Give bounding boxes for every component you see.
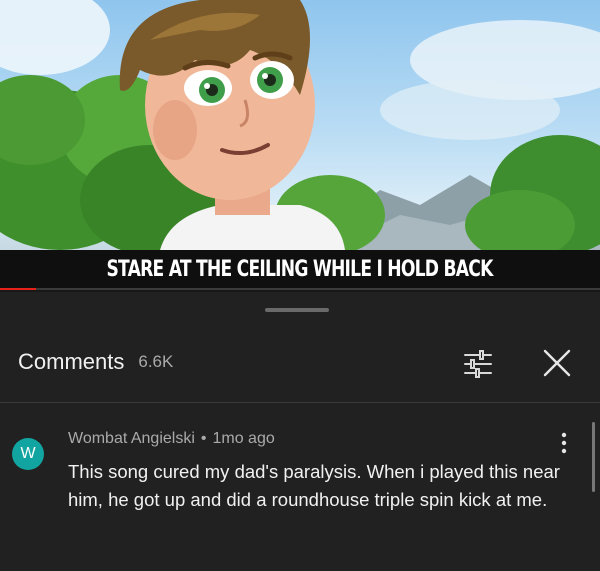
video-progress-fill [0, 288, 36, 290]
sort-filter-button[interactable] [462, 348, 494, 380]
meta-separator: • [200, 430, 207, 447]
close-comments-button[interactable] [540, 346, 574, 380]
comments-scrollbar[interactable] [592, 422, 595, 492]
video-caption: STARE AT THE CEILING WHILE I HOLD BACK [106, 256, 494, 282]
app-screen: STARE AT THE CEILING WHILE I HOLD BACK C… [0, 0, 600, 571]
video-frame-illustration [0, 0, 600, 260]
video-progress-bar[interactable] [0, 288, 600, 290]
more-vertical-icon [561, 432, 567, 454]
comment-author[interactable]: Wombat Angielski [68, 430, 195, 447]
comments-sheet: Comments 6.6K W Wombat Angielski • 1mo a… [0, 292, 600, 571]
comment-text: This song cured my dad's paralysis. When… [68, 461, 560, 510]
video-caption-bar: STARE AT THE CEILING WHILE I HOLD BACK [0, 250, 600, 288]
close-icon [543, 349, 571, 377]
comment-item: W Wombat Angielski • 1mo ago This song cur… [0, 422, 600, 571]
header-divider [0, 402, 600, 403]
comment-more-button[interactable] [556, 430, 572, 456]
avatar[interactable]: W [12, 438, 44, 470]
video-player[interactable]: STARE AT THE CEILING WHILE I HOLD BACK [0, 0, 600, 290]
comments-title: Comments [18, 349, 125, 374]
comment-time: 1mo ago [212, 430, 275, 447]
sliders-icon [464, 350, 492, 378]
comments-count: 6.6K [138, 352, 174, 371]
comments-header: Comments 6.6K [0, 336, 600, 388]
avatar-letter: W [20, 445, 36, 462]
comment-meta: Wombat Angielski • 1mo ago [68, 430, 275, 448]
sheet-drag-handle[interactable] [265, 308, 329, 312]
